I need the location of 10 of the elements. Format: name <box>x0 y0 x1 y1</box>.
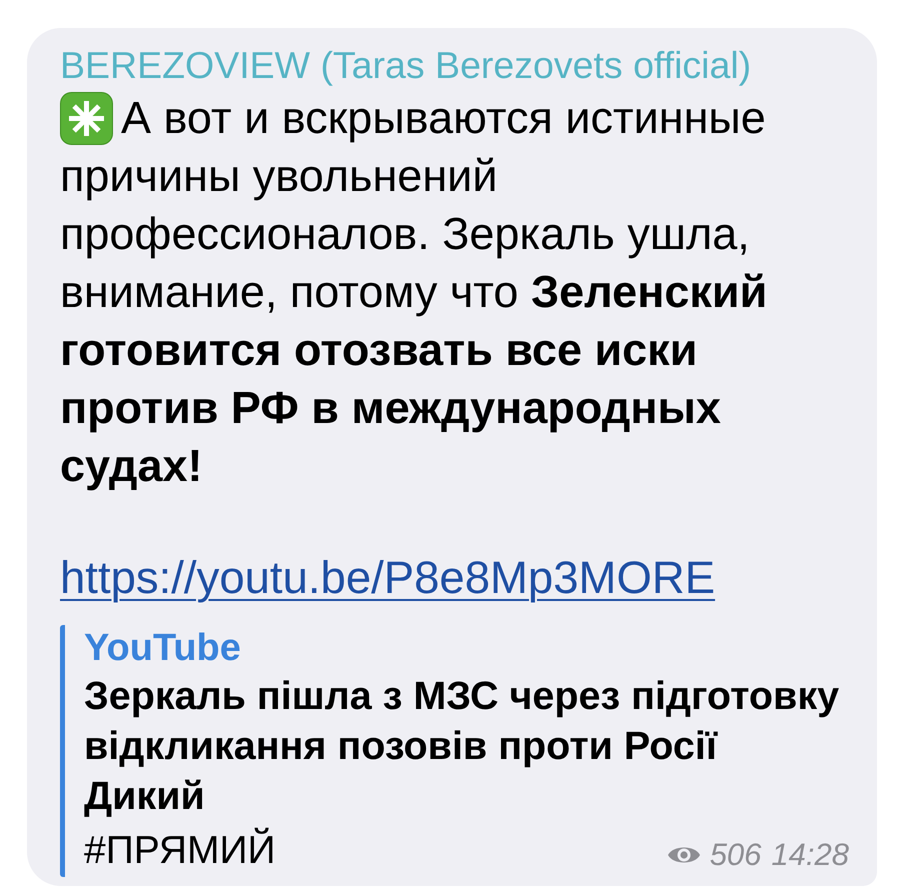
video-link[interactable]: https://youtu.be/P8e8Mp3MORE <box>60 549 716 607</box>
message-text: А вот и вскрываются истинные <box>121 91 766 145</box>
preview-site-name: YouTube <box>84 626 241 671</box>
preview-description: #ПРЯМИЙ <box>84 826 276 874</box>
preview-title: Зеркаль пішла з МЗС через підготовку відкликання позовів проти Росії Дикий <box>84 673 840 820</box>
sender-name: BEREZOVIEW (Taras Berezovets official) <box>60 43 752 88</box>
message-time: 14:28 <box>771 837 849 873</box>
asterisk-icon <box>60 92 113 144</box>
message-text: причины увольнений профессионалов. Зеркаль ушла, внимание, потому что Зеленский готовится отозвать все иски против РФ в международных судах! <box>60 149 768 493</box>
view-count: 506 <box>710 837 762 873</box>
